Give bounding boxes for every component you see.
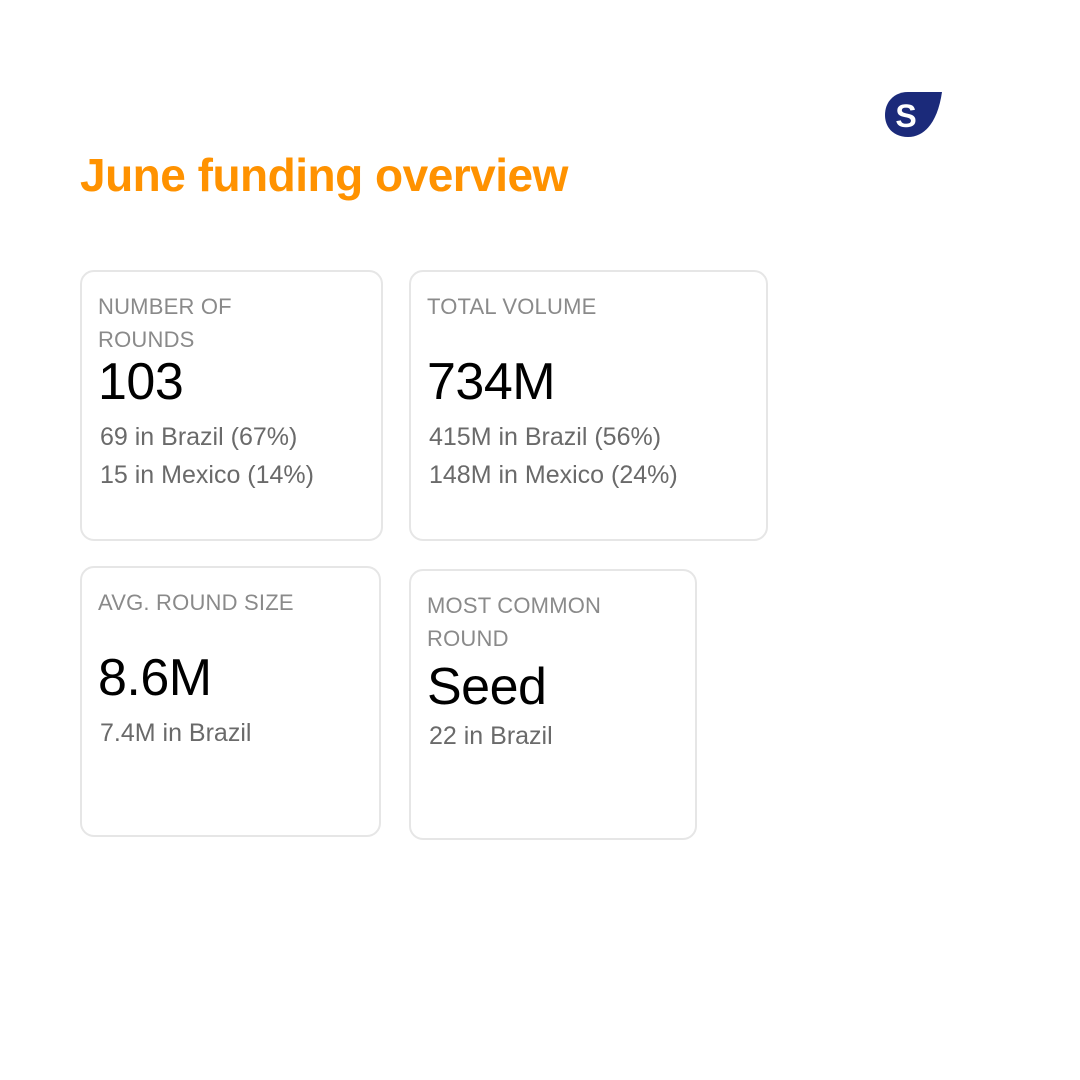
card-value: 8.6M: [98, 649, 212, 707]
stat-card-total-volume: TOTAL VOLUME 734M 415M in Brazil (56%) 1…: [409, 270, 768, 541]
brand-logo-icon: S: [885, 92, 942, 137]
card-detail-line: 415M in Brazil (56%): [429, 423, 662, 451]
card-details: 22 in Brazil: [429, 717, 553, 755]
card-value: 103: [98, 353, 184, 411]
card-value: 734M: [427, 353, 556, 411]
card-details: 7.4M in Brazil: [100, 714, 251, 752]
card-label: AVG. ROUND SIZE: [98, 590, 294, 615]
card-detail-line: 7.4M in Brazil: [100, 719, 252, 747]
card-details: 69 in Brazil (67%) 15 in Mexico (14%): [100, 418, 314, 494]
card-label: NUMBER OF ROUNDS: [98, 294, 232, 352]
stat-card-avg-round-size: AVG. ROUND SIZE 8.6M 7.4M in Brazil: [80, 566, 381, 837]
card-value: Seed: [427, 658, 547, 716]
card-detail-line: 22 in Brazil: [429, 722, 553, 750]
card-detail-line: 148M in Mexico (24%): [429, 461, 678, 489]
svg-text:S: S: [895, 98, 916, 134]
stat-card-number-of-rounds: NUMBER OF ROUNDS 103 69 in Brazil (67%) …: [80, 270, 383, 541]
card-label: TOTAL VOLUME: [427, 294, 597, 319]
page-title: June funding overview: [80, 149, 568, 201]
stat-card-most-common-round: MOST COMMON ROUND Seed 22 in Brazil: [409, 569, 697, 840]
card-label: MOST COMMON ROUND: [427, 593, 602, 651]
card-details: 415M in Brazil (56%) 148M in Mexico (24%…: [429, 418, 678, 494]
card-detail-line: 15 in Mexico (14%): [100, 461, 314, 489]
card-detail-line: 69 in Brazil (67%): [100, 423, 298, 451]
